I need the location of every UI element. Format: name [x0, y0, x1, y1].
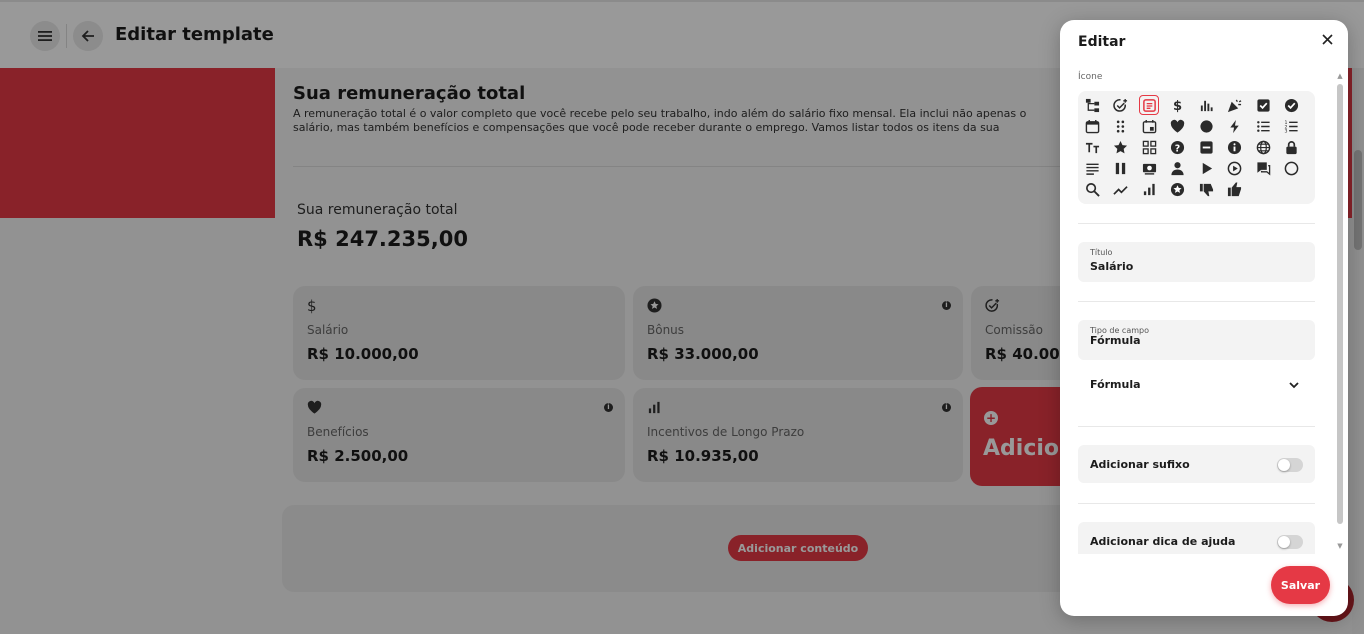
- lock-icon[interactable]: [1282, 137, 1302, 157]
- trending-icon[interactable]: [1111, 179, 1131, 199]
- divider: [1078, 503, 1315, 504]
- field-type-select[interactable]: Tipo de campo Fórmula: [1078, 320, 1315, 360]
- close-button[interactable]: [1318, 30, 1336, 48]
- money-icon[interactable]: [1139, 158, 1159, 178]
- search-icon[interactable]: [1082, 179, 1102, 199]
- check-plus-icon[interactable]: [1111, 95, 1131, 115]
- close-icon: [1321, 33, 1333, 45]
- play-circle-icon[interactable]: [1225, 158, 1245, 178]
- bar-chart-icon[interactable]: [1196, 95, 1216, 115]
- circle-outline-icon[interactable]: [1282, 158, 1302, 178]
- hierarchy-icon[interactable]: [1082, 95, 1102, 115]
- field-type-value: Fórmula: [1090, 334, 1141, 347]
- checkbox-icon[interactable]: [1253, 95, 1273, 115]
- info-icon[interactable]: [1225, 137, 1245, 157]
- suffix-toggle[interactable]: [1277, 458, 1303, 472]
- title-field-label: Título: [1090, 248, 1113, 257]
- formula-dropdown[interactable]: Fórmula: [1078, 369, 1315, 401]
- person-icon[interactable]: [1168, 158, 1188, 178]
- suffix-label: Adicionar sufixo: [1090, 458, 1190, 471]
- bolt-icon[interactable]: [1225, 116, 1245, 136]
- edit-drawer: Editar Ícone $1 2 3? Título Salário Tipo d…: [1060, 20, 1348, 616]
- divider: [1078, 426, 1315, 427]
- star-icon[interactable]: [1111, 137, 1131, 157]
- suffix-row: Adicionar sufixo: [1078, 445, 1315, 483]
- svg-text:$: $: [1173, 99, 1182, 113]
- title-field[interactable]: Título Salário: [1078, 242, 1315, 282]
- divider: [1078, 301, 1315, 302]
- bullet-list-icon[interactable]: [1253, 116, 1273, 136]
- icon-picker: $1 2 3?: [1078, 91, 1315, 204]
- thumb-down-icon[interactable]: [1196, 179, 1216, 199]
- svg-text:?: ?: [1175, 143, 1180, 154]
- chevron-down-icon: [1289, 382, 1299, 389]
- drawer-content: Ícone $1 2 3? Título Salário Tipo de campo…: [1060, 68, 1348, 554]
- circle-icon[interactable]: [1196, 116, 1216, 136]
- scroll-down-icon[interactable]: ▼: [1336, 542, 1344, 550]
- drawer-title: Editar: [1078, 34, 1126, 50]
- text-size-icon[interactable]: [1082, 137, 1102, 157]
- numbered-list-icon[interactable]: 123: [1282, 116, 1302, 136]
- play-icon[interactable]: [1196, 158, 1216, 178]
- help-tip-label: Adicionar dica de ajuda: [1090, 535, 1236, 548]
- scroll-up-icon[interactable]: ▲: [1336, 72, 1344, 80]
- help-tip-row: Adicionar dica de ajuda: [1078, 522, 1315, 554]
- dollar-icon[interactable]: $: [1168, 95, 1188, 115]
- calendar-icon[interactable]: [1082, 116, 1102, 136]
- check-circle-icon[interactable]: [1282, 95, 1302, 115]
- svg-text:3: 3: [1284, 128, 1287, 133]
- heart-icon[interactable]: [1168, 116, 1188, 136]
- pause-icon[interactable]: [1111, 158, 1131, 178]
- divider: [1078, 223, 1315, 224]
- icon-section-label: Ícone: [1078, 72, 1103, 82]
- star-badge-icon[interactable]: [1168, 179, 1188, 199]
- title-field-value: Salário: [1090, 260, 1134, 273]
- chat-icon[interactable]: [1253, 158, 1273, 178]
- event-icon[interactable]: [1139, 116, 1159, 136]
- grid-icon[interactable]: [1139, 137, 1159, 157]
- document-icon[interactable]: [1139, 95, 1159, 115]
- drawer-scrollbar-thumb[interactable]: [1337, 84, 1343, 524]
- text-lines-icon[interactable]: [1082, 158, 1102, 178]
- help-tip-toggle[interactable]: [1277, 535, 1303, 549]
- signal-bars-icon[interactable]: [1139, 179, 1159, 199]
- drag-dots-icon[interactable]: [1111, 116, 1131, 136]
- formula-dropdown-value: Fórmula: [1090, 378, 1141, 391]
- minus-box-icon[interactable]: [1196, 137, 1216, 157]
- help-icon[interactable]: ?: [1168, 137, 1188, 157]
- party-icon[interactable]: [1225, 95, 1245, 115]
- save-button[interactable]: Salvar: [1271, 566, 1330, 604]
- drawer-scrollbar[interactable]: ▲ ▼: [1336, 72, 1344, 552]
- globe-icon[interactable]: [1253, 137, 1273, 157]
- thumb-up-icon[interactable]: [1225, 179, 1245, 199]
